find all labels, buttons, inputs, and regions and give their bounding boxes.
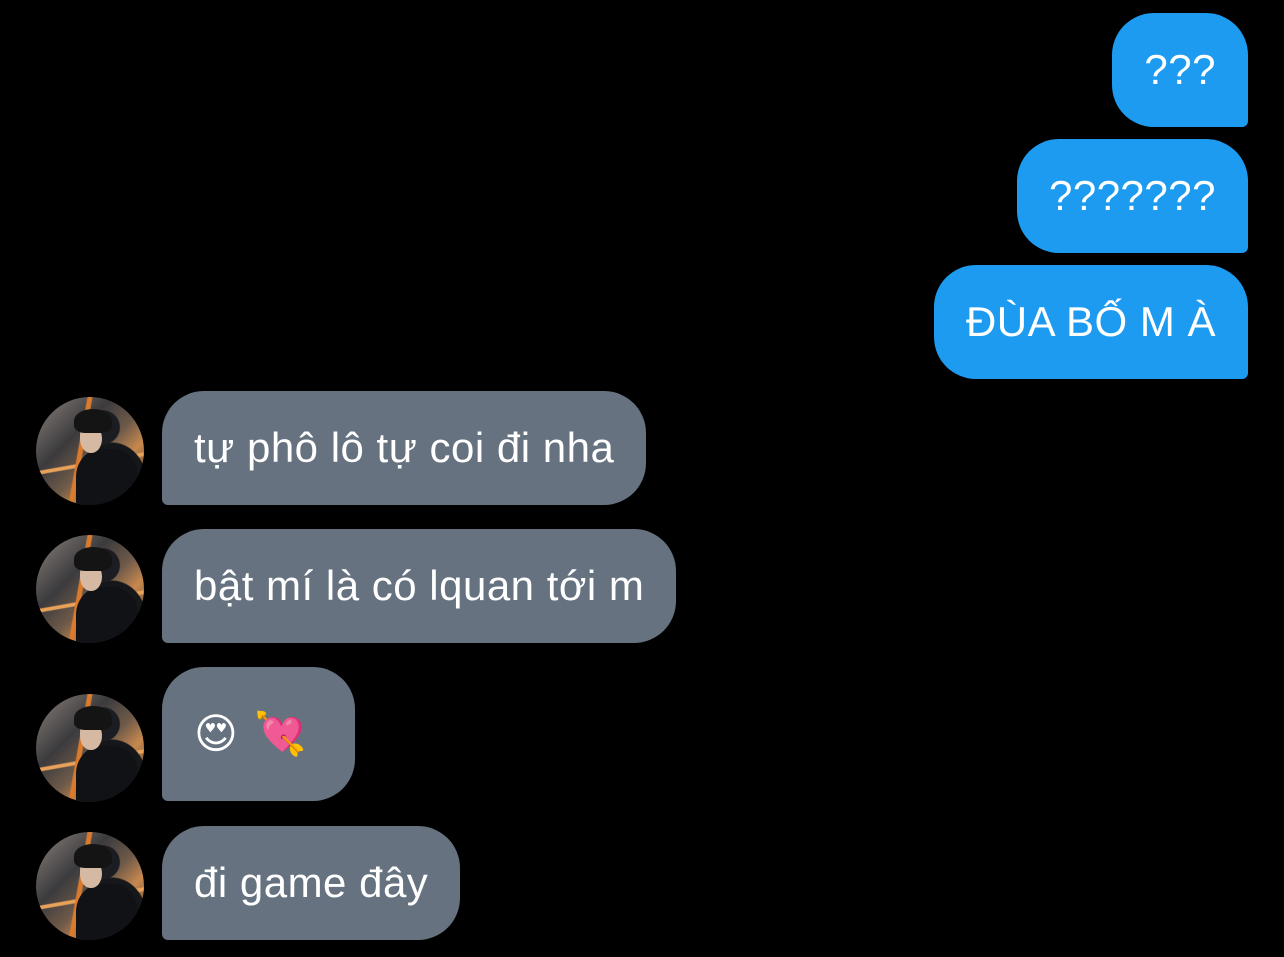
- heart-eyes-emoji-icon: 😍: [194, 710, 239, 757]
- avatar-body: [76, 449, 138, 505]
- message-text: ĐÙA BỐ M À: [965, 298, 1216, 345]
- avatar-hair: [74, 706, 112, 730]
- message-text: ???????: [1048, 172, 1216, 219]
- received-message[interactable]: tự phô lô tự coi đi nha: [162, 391, 647, 505]
- avatar-body: [76, 587, 138, 643]
- contact-avatar[interactable]: [36, 535, 144, 643]
- received-message[interactable]: bật mí là có lquan tới m: [162, 529, 677, 643]
- sent-message[interactable]: ĐÙA BỐ M À: [933, 265, 1248, 379]
- message-text: ???: [1144, 46, 1216, 93]
- avatar-body: [76, 746, 138, 802]
- sent-message[interactable]: ???: [1112, 13, 1248, 127]
- contact-avatar[interactable]: [36, 397, 144, 505]
- avatar-body: [76, 884, 138, 940]
- avatar-hair: [74, 409, 112, 433]
- contact-avatar[interactable]: [36, 832, 144, 940]
- received-message[interactable]: đi game đây: [162, 826, 461, 940]
- message-text: bật mí là có lquan tới m: [194, 562, 645, 609]
- message-text: tự phô lô tự coi đi nha: [194, 424, 615, 471]
- sent-message[interactable]: ???????: [1016, 139, 1248, 253]
- heart-with-arrow-emoji-icon: 💘: [254, 710, 308, 757]
- contact-avatar[interactable]: [36, 694, 144, 802]
- avatar-hair: [74, 547, 112, 571]
- received-message-emoji[interactable]: 😍 💘: [162, 667, 356, 801]
- message-text: đi game đây: [194, 859, 429, 906]
- avatar-hair: [74, 844, 112, 868]
